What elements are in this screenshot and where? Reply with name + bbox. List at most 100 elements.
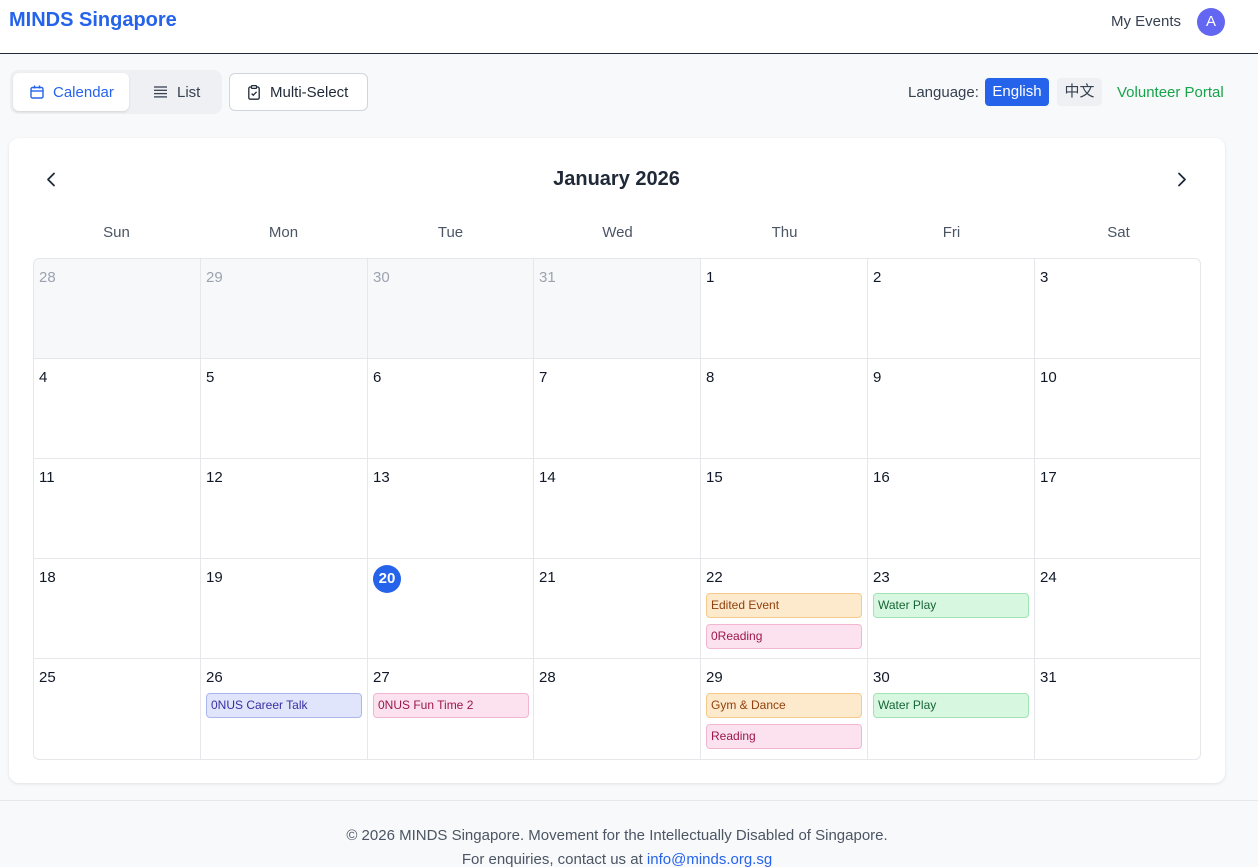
day-number: 3 <box>1040 269 1049 286</box>
day-number: 10 <box>1040 369 1057 386</box>
day-cell[interactable]: 29 <box>201 259 367 358</box>
footer: © 2026 MINDS Singapore. Movement for the… <box>0 800 1258 867</box>
day-cell[interactable]: 12 <box>201 459 367 558</box>
day-cell[interactable]: 9 <box>868 359 1034 458</box>
clipboard-icon <box>248 85 260 100</box>
event-chip[interactable]: Water Play <box>873 693 1029 718</box>
day-number: 21 <box>539 569 556 586</box>
footer-email-link[interactable]: info@minds.org.sg <box>647 851 772 867</box>
list-icon <box>154 86 167 98</box>
footer-contact-text: For enquiries, contact us at <box>461 851 647 867</box>
day-cell[interactable]: 18 <box>34 559 200 658</box>
weekday-mon: Mon <box>268 224 299 241</box>
day-cell[interactable]: 28 <box>534 659 700 759</box>
day-cell[interactable]: 30 <box>368 259 533 358</box>
day-cell[interactable]: 17 <box>1035 459 1200 558</box>
day-number: 15 <box>706 469 723 486</box>
weekday-fri: Fri <box>942 224 961 241</box>
day-number: 28 <box>39 269 56 286</box>
language-label: Language: <box>908 84 979 101</box>
multi-select-label: Multi-Select <box>270 84 349 101</box>
day-number: 1 <box>706 269 715 286</box>
day-number: 17 <box>1040 469 1057 486</box>
day-number: 14 <box>539 469 556 486</box>
day-number: 6 <box>373 369 382 386</box>
day-cell[interactable]: 23 Water Play <box>868 559 1034 658</box>
day-cell[interactable]: 20 <box>368 559 533 658</box>
day-cell[interactable]: 7 <box>534 359 700 458</box>
day-number: 29 <box>706 669 723 686</box>
day-cell[interactable]: 10 <box>1035 359 1200 458</box>
chevron-right-icon[interactable] <box>1167 165 1197 195</box>
day-number: 27 <box>373 669 390 686</box>
day-cell[interactable]: 13 <box>368 459 533 558</box>
day-cell[interactable]: 15 <box>701 459 867 558</box>
day-cell[interactable]: 1 <box>701 259 867 358</box>
day-number: 30 <box>373 269 390 286</box>
day-cell[interactable]: 14 <box>534 459 700 558</box>
avatar[interactable]: A <box>1197 8 1225 36</box>
day-number: 12 <box>206 469 223 486</box>
day-cell[interactable]: 3 <box>1035 259 1200 358</box>
multi-select-button[interactable]: Multi-Select <box>229 73 368 111</box>
day-cell[interactable]: 28 <box>34 259 200 358</box>
footer-copyright: © 2026 MINDS Singapore. Movement for the… <box>346 827 888 844</box>
day-number: 13 <box>373 469 390 486</box>
day-number: 5 <box>206 369 215 386</box>
day-cell[interactable]: 4 <box>34 359 200 458</box>
event-chip[interactable]: 0NUS Fun Time 2 <box>373 693 529 718</box>
event-chip[interactable]: 0Reading <box>706 624 862 649</box>
top-header: MINDS Singapore My Events A <box>0 0 1258 54</box>
today-marker: 20 <box>373 565 401 593</box>
event-chip[interactable]: Reading <box>706 724 862 749</box>
day-cell[interactable]: 24 <box>1035 559 1200 658</box>
brand-logo[interactable]: MINDS Singapore <box>9 9 177 32</box>
day-cell[interactable]: 5 <box>201 359 367 458</box>
day-number: 26 <box>206 669 223 686</box>
weekday-sat: Sat <box>1107 224 1130 241</box>
day-cell[interactable]: 27 0NUS Fun Time 2 <box>368 659 533 759</box>
calendar-view-button[interactable]: Calendar <box>13 73 129 111</box>
day-cell[interactable]: 19 <box>201 559 367 658</box>
day-cell[interactable]: 8 <box>701 359 867 458</box>
weekday-sun: Sun <box>103 224 130 241</box>
day-number: 25 <box>39 669 56 686</box>
event-chip[interactable]: Gym & Dance <box>706 693 862 718</box>
day-number: 11 <box>39 469 55 486</box>
day-number: 16 <box>873 469 890 486</box>
my-events-link[interactable]: My Events <box>1111 13 1181 30</box>
day-number: 9 <box>873 369 882 386</box>
day-number: 29 <box>206 269 223 286</box>
list-view-label: List <box>177 84 201 101</box>
event-chip[interactable]: 0NUS Career Talk <box>206 693 362 718</box>
day-number: 31 <box>539 269 556 286</box>
day-cell[interactable]: 31 <box>1035 659 1200 759</box>
list-view-button[interactable]: List <box>137 73 219 111</box>
day-cell[interactable]: 21 <box>534 559 700 658</box>
day-number: 7 <box>539 369 548 386</box>
month-title: January 2026 <box>553 168 680 190</box>
day-cell[interactable]: 16 <box>868 459 1034 558</box>
day-cell[interactable]: 22 Edited Event 0Reading <box>701 559 867 658</box>
calendar-grid: 28 29 30 31 1 2 3 4 5 6 7 8 9 10 11 12 13 14 15 16 17 18 19 20 2… <box>33 258 1201 760</box>
day-cell[interactable]: 31 <box>534 259 700 358</box>
day-cell[interactable]: 6 <box>368 359 533 458</box>
day-cell[interactable]: 30 Water Play <box>868 659 1034 759</box>
day-cell[interactable]: 29 Gym & Dance Reading <box>701 659 867 759</box>
language-english-button[interactable]: English <box>985 78 1049 106</box>
language-chinese-button[interactable]: 中文 <box>1057 78 1102 106</box>
event-chip[interactable]: Water Play <box>873 593 1029 618</box>
event-chip[interactable]: Edited Event <box>706 593 862 618</box>
volunteer-portal-link[interactable]: Volunteer Portal <box>1117 84 1224 101</box>
calendar-view-label: Calendar <box>53 84 114 101</box>
day-cell[interactable]: 2 <box>868 259 1034 358</box>
day-number: 18 <box>39 569 56 586</box>
day-number: 31 <box>1040 669 1057 686</box>
day-number: 19 <box>206 569 223 586</box>
day-cell[interactable]: 26 0NUS Career Talk <box>201 659 367 759</box>
weekday-thu: Thu <box>771 224 798 241</box>
day-number: 30 <box>873 669 890 686</box>
chevron-left-icon[interactable] <box>36 165 66 195</box>
day-cell[interactable]: 11 <box>34 459 200 558</box>
day-cell[interactable]: 25 <box>34 659 200 759</box>
